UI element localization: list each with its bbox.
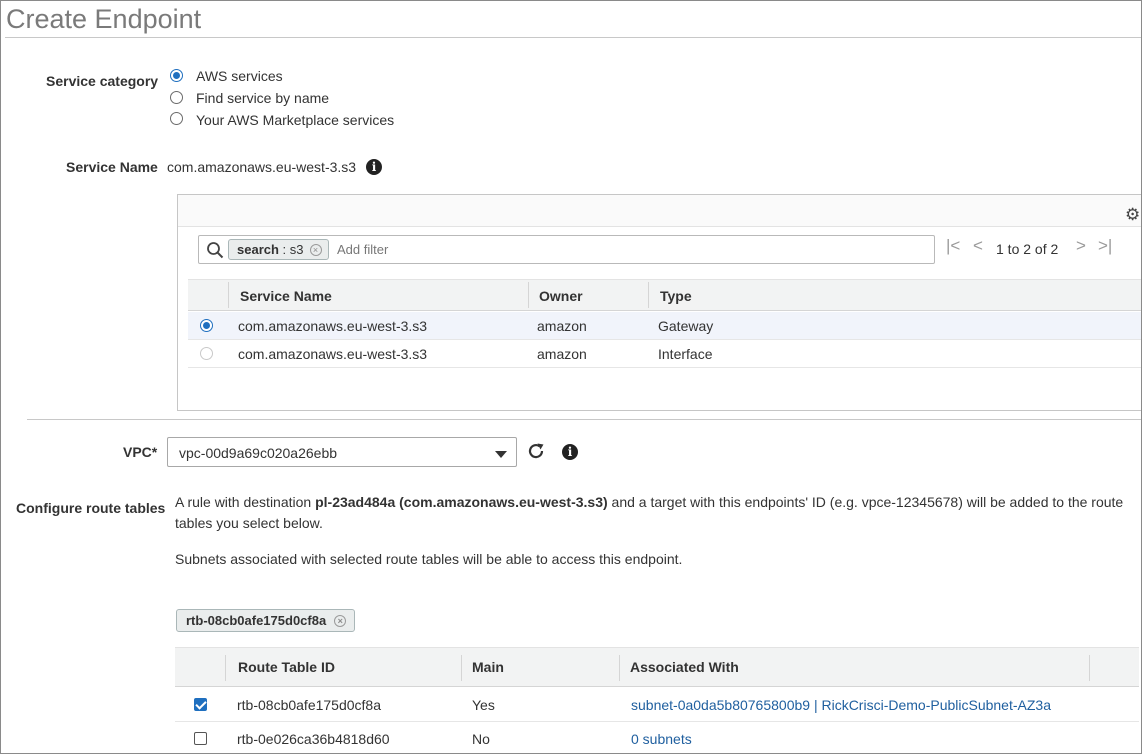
table-row[interactable]: rtb-0e026ca36b4818d60 No 0 subnets xyxy=(175,722,1139,753)
filter-token-separator: : xyxy=(278,242,290,257)
panel-header xyxy=(178,195,1141,227)
route-tables-description: A rule with destination pl-23ad484a (com… xyxy=(175,492,1135,534)
search-filter-token[interactable]: search : s3 × xyxy=(228,239,329,260)
page-title: Create Endpoint xyxy=(6,4,202,34)
radio-aws-services-label[interactable]: AWS services xyxy=(196,68,283,84)
cell-route-table-id: rtb-0e026ca36b4818d60 xyxy=(237,731,390,747)
route-table-header: Route Table ID Main Associated With xyxy=(175,647,1139,687)
column-divider xyxy=(528,282,529,308)
cell-associated-with-link[interactable]: subnet-0a0da5b80765800b9 | RickCrisci-De… xyxy=(631,697,1051,713)
column-divider xyxy=(461,655,462,681)
service-name-info-icon[interactable]: i xyxy=(366,159,382,175)
column-divider xyxy=(228,282,229,308)
radio-marketplace-services-label[interactable]: Your AWS Marketplace services xyxy=(196,112,394,128)
vpc-info-icon[interactable]: i xyxy=(562,444,578,460)
cell-type: Interface xyxy=(658,346,713,362)
next-page-icon[interactable]: > xyxy=(1076,236,1086,256)
first-page-icon[interactable]: |< xyxy=(946,236,960,256)
column-divider xyxy=(1089,655,1090,681)
pagination-text: 1 to 2 of 2 xyxy=(996,241,1059,257)
radio-marketplace-services[interactable] xyxy=(170,112,183,125)
radio-find-service-by-name-label[interactable]: Find service by name xyxy=(196,90,329,106)
remove-chip-icon[interactable]: × xyxy=(334,615,347,627)
create-endpoint-frame: Create Endpoint Service category AWS ser… xyxy=(0,0,1142,754)
last-page-icon[interactable]: >| xyxy=(1098,236,1112,256)
cell-route-table-id: rtb-08cb0afe175d0cf8a xyxy=(237,697,381,713)
radio-aws-services[interactable] xyxy=(170,69,183,82)
column-header-type[interactable]: Type xyxy=(660,288,692,304)
chevron-down-icon xyxy=(495,451,507,458)
refresh-icon[interactable] xyxy=(527,442,545,460)
radio-find-service-by-name[interactable] xyxy=(170,91,183,104)
prev-page-icon[interactable]: < xyxy=(973,236,983,256)
vpc-select-value: vpc-00d9a69c020a26ebb xyxy=(179,445,338,461)
service-name-label: Service Name xyxy=(66,159,158,175)
column-header-route-table-id[interactable]: Route Table ID xyxy=(238,659,335,675)
row-select-radio[interactable] xyxy=(200,347,213,360)
description-prefix-list: pl-23ad484a (com.amazonaws.eu-west-3.s3) xyxy=(315,494,608,510)
selected-route-table-chip[interactable]: rtb-08cb0afe175d0cf8a × xyxy=(176,609,356,632)
service-table-panel: ⚙ search : s3 × |< < 1 to 2 of 2 > >| Se… xyxy=(177,194,1141,411)
cell-main: Yes xyxy=(472,697,495,713)
filter-token-key: search xyxy=(237,242,279,257)
cell-main: No xyxy=(472,731,490,747)
column-header-owner[interactable]: Owner xyxy=(539,288,583,304)
vpc-select[interactable]: vpc-00d9a69c020a26ebb xyxy=(167,437,517,467)
table-row[interactable]: com.amazonaws.eu-west-3.s3 amazon Interf… xyxy=(188,340,1141,368)
gear-icon[interactable]: ⚙ xyxy=(1125,206,1141,223)
cell-owner: amazon xyxy=(537,346,587,362)
row-checkbox[interactable] xyxy=(194,698,207,711)
filter-bar[interactable]: search : s3 × xyxy=(198,235,935,264)
service-table-header: Service Name Owner Type xyxy=(188,279,1141,311)
cell-service-name: com.amazonaws.eu-west-3.s3 xyxy=(238,346,428,362)
row-select-radio[interactable] xyxy=(200,319,213,332)
column-divider xyxy=(619,655,620,681)
selected-route-table-chip-label: rtb-08cb0afe175d0cf8a xyxy=(186,613,327,628)
cell-owner: amazon xyxy=(537,318,587,334)
route-tables-label: Configure route tables xyxy=(16,500,166,516)
route-tables-note: Subnets associated with selected route t… xyxy=(175,551,683,567)
table-row[interactable]: com.amazonaws.eu-west-3.s3 amazon Gatewa… xyxy=(188,312,1141,340)
remove-filter-icon[interactable]: × xyxy=(309,244,322,256)
title-divider xyxy=(5,37,1141,38)
cell-associated-with-link[interactable]: 0 subnets xyxy=(631,731,692,747)
cell-service-name: com.amazonaws.eu-west-3.s3 xyxy=(238,318,428,334)
cell-type: Gateway xyxy=(658,318,714,334)
filter-token-value: s3 xyxy=(289,242,304,257)
add-filter-input[interactable] xyxy=(337,239,917,260)
row-checkbox[interactable] xyxy=(194,732,207,745)
service-name-value: com.amazonaws.eu-west-3.s3 xyxy=(167,159,357,175)
column-divider xyxy=(225,655,226,681)
search-icon xyxy=(207,242,224,259)
table-row[interactable]: rtb-08cb0afe175d0cf8a Yes subnet-0a0da5b… xyxy=(175,688,1139,722)
column-divider xyxy=(648,282,649,308)
description-prefix: A rule with destination xyxy=(175,494,316,510)
service-category-label: Service category xyxy=(46,73,159,89)
vpc-label: VPC* xyxy=(123,444,158,460)
section-divider xyxy=(27,419,1141,420)
column-header-service-name[interactable]: Service Name xyxy=(240,288,332,304)
column-header-main[interactable]: Main xyxy=(472,659,504,675)
column-header-associated-with[interactable]: Associated With xyxy=(630,659,739,675)
